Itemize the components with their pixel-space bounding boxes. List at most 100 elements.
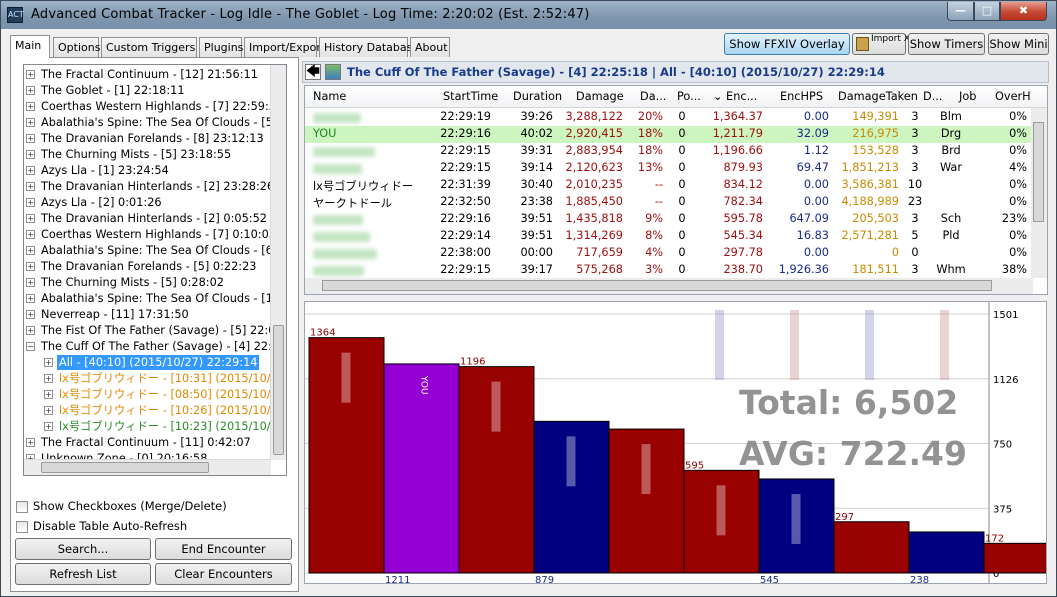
table-row[interactable]: 22:29:15 39:17 575,268 3% 0 238.70 1,926.36 181… [305, 262, 1047, 279]
search-button[interactable]: Search... [15, 538, 151, 560]
column-header[interactable]: Job [959, 90, 976, 103]
maximize-button[interactable]: □ [974, 2, 1000, 21]
cell-dur: 39:31 [520, 144, 553, 157]
expand-icon[interactable]: + [44, 358, 53, 367]
table-row[interactable]: 22:29:15 39:14 2,120,623 13% 0 879.93 69.47 1,8… [305, 160, 1047, 177]
expand-icon[interactable]: + [44, 422, 53, 431]
expand-icon[interactable]: + [26, 310, 35, 319]
tab-custom-triggers[interactable]: Custom Triggers [101, 37, 197, 57]
cell-po: 0 [678, 246, 686, 259]
expand-icon[interactable]: + [26, 326, 35, 335]
minimize-button[interactable]: — [947, 2, 974, 21]
cell-hps: 1.12 [803, 144, 829, 157]
expand-icon[interactable]: + [26, 102, 35, 111]
column-header[interactable]: DamageTaken [838, 90, 918, 103]
checkbox-box[interactable] [16, 521, 28, 533]
table-row[interactable]: 22:38:00 00:00 717,659 4% 0 297.78 0.00 0 0 0% [305, 245, 1047, 262]
tab-history-database[interactable]: History Database [319, 37, 419, 57]
expand-icon[interactable]: + [26, 230, 35, 239]
combatant-table[interactable]: Name StartTime Duration Damage Da... Po... ⌄ E… [304, 85, 1048, 295]
cell-over: 0% [1009, 178, 1027, 191]
tree-vertical-scrollbar[interactable] [270, 65, 286, 460]
end-encounter-button[interactable]: End Encounter [155, 538, 292, 560]
table-row[interactable]: 22:29:19 39:26 3,288,122 20% 0 1,364.37 0.00 14… [305, 109, 1047, 126]
bg-streak [790, 310, 799, 380]
tree-hscroll-thumb[interactable] [41, 462, 209, 473]
table-horizontal-scrollbar[interactable] [305, 278, 1033, 294]
close-button[interactable]: ✖ [1000, 2, 1047, 21]
expand-icon[interactable]: + [44, 390, 53, 399]
table-vscroll-thumb[interactable] [1033, 122, 1044, 222]
table-row[interactable]: ヤークトドール 22:32:50 23:38 1,885,450 -- 0 782.34 0.… [305, 194, 1047, 211]
cell-start: 22:29:15 [440, 144, 491, 157]
expand-icon[interactable]: + [44, 374, 53, 383]
cell-enc: 782.34 [723, 195, 763, 208]
table-row[interactable]: YOU 22:29:16 40:02 2,920,415 18% 0 1,211.79 32.… [305, 126, 1047, 143]
expand-icon[interactable]: + [26, 70, 35, 79]
clipboard-icon [856, 37, 869, 51]
cell-d: 3 [911, 161, 919, 174]
cell-dmg: 2,120,623 [565, 161, 624, 174]
table-hscroll-thumb[interactable] [322, 280, 992, 291]
collapse-icon[interactable]: − [26, 342, 35, 351]
cell-start: 22:29:19 [440, 110, 491, 123]
encounter-title: The Cuff Of The Father (Savage) - [4] 22… [347, 65, 885, 79]
tree-vscroll-thumb[interactable] [273, 325, 284, 455]
expand-icon[interactable]: + [26, 118, 35, 127]
table-row[interactable]: 22:29:15 39:31 2,883,954 18% 0 1,196.66 1.12 15… [305, 143, 1047, 160]
act-app-icon[interactable]: ACT [7, 7, 24, 23]
expand-icon[interactable]: + [26, 150, 35, 159]
tab-main[interactable]: Main [10, 35, 50, 58]
back-arrow-icon[interactable]: 🡄 [305, 64, 321, 80]
checkbox-box[interactable] [16, 501, 28, 513]
expand-icon[interactable]: + [26, 166, 35, 175]
expand-icon[interactable]: + [26, 262, 35, 271]
table-row[interactable]: lx号ゴブリウィドー 22:31:39 30:40 2,010,235 -- 0 834.1… [305, 177, 1047, 194]
bar-value-label: 172 [985, 533, 1004, 544]
expand-icon[interactable]: + [26, 438, 35, 447]
tab-import-export[interactable]: Import/Export [244, 37, 325, 57]
tree-node-label: The Dravanian Hinterlands - [2] 0:05:52 [41, 212, 267, 225]
expand-icon[interactable]: + [26, 214, 35, 223]
expand-icon[interactable]: + [26, 198, 35, 207]
column-header[interactable]: Damage [576, 90, 624, 103]
column-header[interactable]: Da... [640, 90, 666, 103]
column-header[interactable]: EncHPS [780, 90, 823, 103]
column-header[interactable]: StartTime [443, 90, 498, 103]
column-header[interactable]: ⌄ Enc... [713, 90, 757, 103]
tab-plugins[interactable]: Plugins [199, 37, 243, 57]
column-header[interactable]: OverH [995, 90, 1031, 103]
encounter-tree[interactable]: + The Fractal Continuum - [12] 21:56:11 + T… [23, 64, 287, 476]
import-xml-button[interactable]: Import XML [852, 33, 923, 55]
column-header[interactable]: Name [313, 90, 346, 103]
show-ffxiv-overlay-button[interactable]: Show FFXIV Overlay [724, 33, 850, 55]
table-row[interactable]: 22:29:16 39:51 1,435,818 9% 0 595.78 647.09 205… [305, 211, 1047, 228]
expand-icon[interactable]: + [26, 278, 35, 287]
cell-dur: 39:14 [520, 161, 553, 174]
table-vertical-scrollbar[interactable] [1031, 108, 1047, 278]
cell-dmg: 1,435,818 [565, 212, 624, 225]
tree-horizontal-scrollbar[interactable] [24, 459, 271, 475]
expand-icon[interactable]: + [26, 294, 35, 303]
show-mini-button[interactable]: Show Mini [988, 33, 1049, 55]
show-timers-button[interactable]: Show Timers [908, 33, 985, 55]
column-header[interactable]: D... [923, 90, 942, 103]
redacted-name-blur [313, 164, 362, 174]
table-row[interactable]: 22:29:14 39:51 1,314,269 8% 0 545.34 16.83 2,57… [305, 228, 1047, 245]
expand-icon[interactable]: + [44, 406, 53, 415]
column-header[interactable]: Po... [677, 90, 701, 103]
expand-icon[interactable]: + [26, 86, 35, 95]
refresh-list-button[interactable]: Refresh List [15, 563, 151, 585]
column-header[interactable]: Duration [513, 90, 562, 103]
expand-icon[interactable]: + [26, 134, 35, 143]
cell-d: 23 [907, 195, 923, 208]
expand-icon[interactable]: + [26, 182, 35, 191]
bar-value-label: 545 [760, 575, 779, 584]
tree-node-label: The Churning Mists - [5] 0:28:02 [41, 276, 224, 289]
title-bar[interactable]: ACT Advanced Combat Tracker - Log Idle -… [1, 1, 1056, 29]
clear-encounters-button[interactable]: Clear Encounters [155, 563, 292, 585]
expand-icon[interactable]: + [26, 246, 35, 255]
tab-options[interactable]: Options [53, 37, 100, 57]
picture-icon[interactable] [325, 64, 341, 80]
tab-about[interactable]: About [410, 37, 450, 57]
